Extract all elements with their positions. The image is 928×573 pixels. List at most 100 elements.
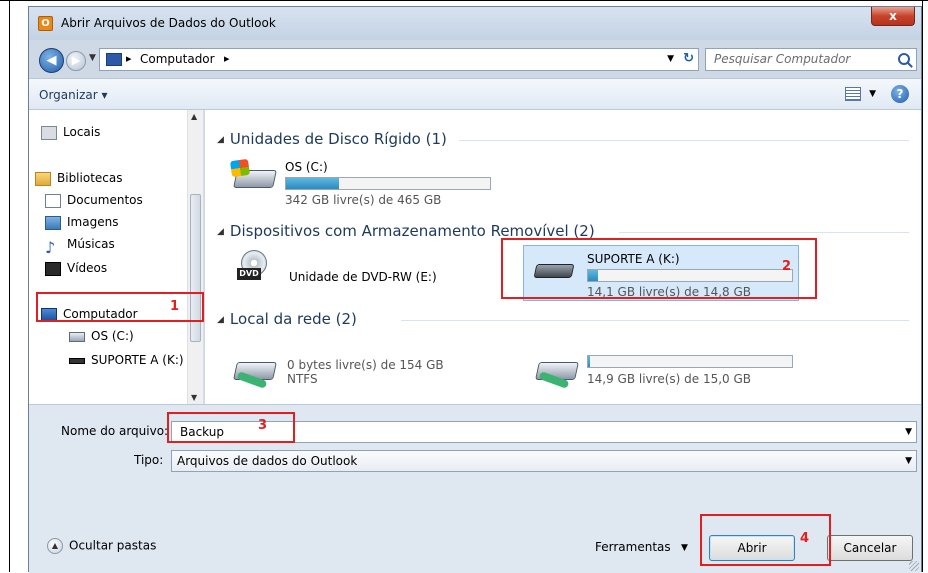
- resize-grip-icon[interactable]: [909, 561, 919, 571]
- drive-usage-fill: [588, 356, 591, 367]
- view-dropdown-icon[interactable]: ▼: [869, 89, 876, 99]
- usb-drive-icon: [69, 357, 85, 364]
- drive-usage-bar: [285, 177, 491, 190]
- view-options-icon[interactable]: [845, 87, 861, 101]
- close-button[interactable]: x: [871, 7, 915, 26]
- window-title: Abrir Arquivos de Dados do Outlook: [61, 16, 276, 30]
- drive-os-c[interactable]: OS (C:) 342 GB livre(s) de 465 GB: [229, 158, 491, 207]
- tools-dropdown-icon[interactable]: ▼: [681, 543, 688, 553]
- sidebar-item-label: Músicas: [67, 237, 115, 251]
- collapse-icon[interactable]: ◢: [217, 315, 224, 325]
- sidebar-item-suporte-k[interactable]: SUPORTE A (K:): [69, 350, 184, 370]
- tools-menu[interactable]: Ferramentas: [595, 540, 671, 554]
- group-header-network[interactable]: ◢ Local da rede (2): [217, 310, 357, 328]
- collapse-icon[interactable]: ◢: [217, 135, 224, 145]
- computer-icon: [106, 53, 122, 66]
- file-type-dropdown-icon[interactable]: ▼: [905, 456, 912, 466]
- callout-box-4: [700, 514, 831, 566]
- folder-icon: [35, 171, 51, 186]
- page-border-right: [922, 0, 923, 572]
- places-icon: [41, 125, 57, 140]
- collapse-icon[interactable]: ◢: [217, 227, 224, 237]
- document-icon: [45, 193, 61, 208]
- back-button[interactable]: ◀: [39, 48, 64, 73]
- file-type-select[interactable]: Arquivos de dados do Outlook ▼: [171, 450, 917, 472]
- drive-dvd-e[interactable]: DVD Unidade de DVD-RW (E:): [231, 250, 461, 296]
- filename-dropdown-icon[interactable]: ▼: [905, 427, 912, 437]
- group-divider: [459, 140, 909, 141]
- search-placeholder: Pesquisar Computador: [714, 52, 851, 66]
- drive-free-space: 0 bytes livre(s) de 154 GB: [287, 358, 444, 372]
- network-drive-icon: [231, 350, 277, 389]
- sidebar-item-label: OS (C:): [91, 329, 134, 343]
- sidebar-item-videos[interactable]: Vídeos: [45, 258, 107, 278]
- sidebar-item-label: Bibliotecas: [57, 171, 123, 185]
- network-drive-1[interactable]: 0 bytes livre(s) de 154 GB NTFS: [231, 350, 471, 396]
- group-title: Unidades de Disco Rígido (1): [229, 130, 447, 148]
- image-icon: [45, 215, 61, 230]
- recent-pages-dropdown[interactable]: ▼: [89, 53, 96, 63]
- group-header-hdd[interactable]: ◢ Unidades de Disco Rígido (1): [217, 130, 447, 148]
- title-bar: O Abrir Arquivos de Dados do Outlook x: [29, 7, 921, 40]
- command-bar: Organizar ▾ ▼ ?: [29, 78, 921, 110]
- help-icon[interactable]: ?: [891, 85, 909, 103]
- search-input[interactable]: Pesquisar Computador: [705, 48, 917, 71]
- breadcrumb-arrow-icon[interactable]: ▸: [224, 52, 230, 65]
- hide-folders-label: Ocultar pastas: [69, 538, 157, 553]
- sidebar-item-imagens[interactable]: Imagens: [45, 212, 118, 232]
- callout-box-3: [167, 412, 295, 443]
- windows-logo-icon: [229, 158, 251, 178]
- callout-number-1: 1: [170, 299, 180, 314]
- sidebar-item-label: SUPORTE A (K:): [91, 353, 184, 367]
- drive-free-space: 342 GB livre(s) de 465 GB: [285, 193, 442, 207]
- chevron-up-icon: ▲: [47, 538, 63, 554]
- breadcrumb-computador[interactable]: Computador: [140, 52, 215, 66]
- search-icon[interactable]: [898, 53, 910, 65]
- sidebar-item-musicas[interactable]: Músicas: [45, 234, 115, 254]
- callout-number-2: 2: [782, 259, 792, 274]
- file-type-value: Arquivos de dados do Outlook: [177, 454, 358, 468]
- hide-folders-button[interactable]: ▲ Ocultar pastas: [47, 538, 156, 554]
- drive-filesystem: NTFS: [287, 372, 318, 386]
- refresh-icon[interactable]: ↻: [683, 51, 694, 66]
- network-drive-2[interactable]: 14,9 GB livre(s) de 15,0 GB: [533, 350, 803, 396]
- callout-box-2: [501, 238, 817, 299]
- filename-label: Nome do arquivo:: [61, 424, 169, 438]
- address-row: ◀ ▶ ▼ ▸ Computador ▸ ▼ ↻ Pesquisar Compu…: [29, 40, 921, 78]
- type-label: Tipo:: [134, 453, 164, 467]
- address-dropdown-icon[interactable]: ▼: [667, 54, 674, 64]
- navigation-pane: Locais Bibliotecas Documentos Imagens Mú…: [29, 110, 204, 404]
- page-border-top: [0, 0, 928, 1]
- sidebar-item-label: Locais: [63, 125, 101, 139]
- drive-free-space: 14,9 GB livre(s) de 15,0 GB: [587, 372, 752, 386]
- group-divider: [401, 320, 909, 321]
- drive-usage-bar: [587, 355, 793, 368]
- cancel-button[interactable]: Cancelar: [827, 535, 913, 561]
- hard-drive-icon: [229, 158, 277, 192]
- sidebar-scrollbar[interactable]: ▲ ▼: [187, 110, 203, 404]
- organize-menu[interactable]: Organizar ▾: [39, 88, 108, 102]
- group-divider: [619, 232, 909, 233]
- network-drive-icon: [533, 350, 579, 389]
- drive-name: Unidade de DVD-RW (E:): [289, 270, 437, 284]
- music-icon: [45, 238, 61, 252]
- sidebar-item-label: Imagens: [67, 215, 119, 229]
- drive-usage-fill: [286, 178, 340, 189]
- video-icon: [45, 261, 61, 276]
- sidebar-item-os-c[interactable]: OS (C:): [69, 326, 134, 346]
- address-bar[interactable]: ▸ Computador ▸ ▼ ↻: [99, 48, 699, 71]
- forward-button[interactable]: ▶: [66, 51, 86, 71]
- sidebar-item-label: Vídeos: [67, 261, 108, 275]
- callout-number-3: 3: [258, 418, 268, 433]
- dvd-drive-icon: DVD: [231, 250, 277, 284]
- dvd-label: DVD: [237, 268, 261, 280]
- sidebar-item-documentos[interactable]: Documentos: [45, 190, 143, 210]
- scroll-down-icon[interactable]: ▼: [191, 393, 197, 402]
- sidebar-item-locais[interactable]: Locais: [41, 122, 100, 142]
- scroll-up-icon[interactable]: ▲: [191, 112, 197, 121]
- sidebar-item-label: Documentos: [67, 193, 143, 207]
- page-border-left: [9, 0, 10, 572]
- callout-number-4: 4: [800, 531, 810, 546]
- sidebar-item-bibliotecas[interactable]: Bibliotecas: [35, 168, 122, 188]
- breadcrumb-arrow-icon[interactable]: ▸: [126, 52, 132, 65]
